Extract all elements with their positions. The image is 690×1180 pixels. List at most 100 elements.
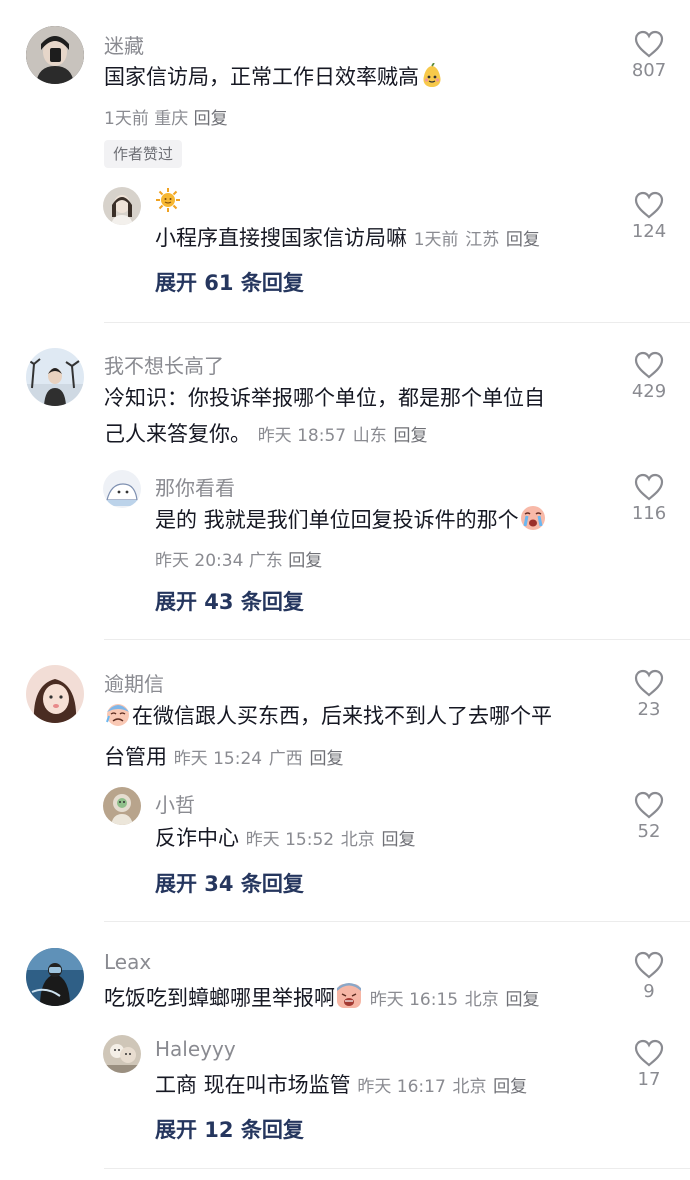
like-button[interactable]: 52 (624, 791, 674, 842)
anxious-face-emoji (104, 700, 132, 739)
divider (104, 639, 690, 640)
heart-outline-icon (634, 191, 664, 219)
reply-text-content: 是的 我就是我们单位回复投诉件的那个 (155, 508, 519, 532)
reply-button[interactable]: 回复 (505, 990, 539, 1010)
reply-location: 广东 (248, 551, 283, 571)
reply-button[interactable]: 回复 (393, 426, 427, 446)
reply-avatar[interactable] (103, 187, 141, 225)
reply-time: 昨天 15:52 (245, 830, 335, 850)
reply-username[interactable]: Haleyyy (155, 1037, 236, 1061)
like-count: 9 (643, 981, 655, 1002)
comment-text: 冷知识：你投诉举报哪个单位，都是那个单位自 己人来答复你。 昨天 18:57 山… (104, 380, 594, 454)
reply-time: 1天前 (413, 230, 459, 250)
like-button[interactable]: 124 (624, 191, 674, 242)
expand-replies-button[interactable]: 展开 43 条回复 (155, 586, 304, 616)
avatar[interactable] (26, 348, 84, 406)
comment-location: 北京 (464, 990, 499, 1010)
comment-text-line: 在微信跟人买东西，后来找不到人了去哪个平 (132, 704, 552, 728)
comment-text-line-wrap: 在微信跟人买东西，后来找不到人了去哪个平 (104, 698, 594, 739)
comment-text-line-wrap: 己人来答复你。 昨天 18:57 山东 回复 (104, 416, 594, 454)
comment-username[interactable]: 迷藏 (104, 30, 144, 59)
reply-avatar[interactable] (103, 1035, 141, 1073)
heart-outline-icon (634, 30, 664, 58)
reply-button[interactable]: 回复 (506, 230, 540, 250)
reply-text: 小程序直接搜国家信访局嘛 1天前 江苏 回复 (155, 220, 595, 258)
expand-replies-button[interactable]: 展开 12 条回复 (155, 1114, 304, 1144)
like-button[interactable]: 116 (624, 473, 674, 524)
like-count: 429 (631, 381, 667, 402)
reply-text-content: 反诈中心 (155, 826, 239, 850)
distressed-face-emoji (335, 982, 363, 1021)
divider (104, 921, 690, 922)
divider (104, 322, 690, 323)
reply-time: 昨天 16:17 (357, 1077, 446, 1097)
like-count: 116 (631, 503, 667, 524)
avatar[interactable] (26, 26, 84, 84)
sun-emoji (155, 187, 181, 218)
comment-thread: 迷藏 国家信访局，正常工作日效率贼高 1天前 重庆 回复 作者赞过 807 小程… (0, 0, 690, 322)
reply-text: 反诈中心 昨天 15:52 北京 回复 (155, 820, 595, 858)
comment-time: 昨天 18:57 (257, 426, 347, 446)
reply-username[interactable]: 小哲 (155, 789, 195, 818)
reply-text-line-wrap: 是的 我就是我们单位回复投诉件的那个 (155, 502, 595, 543)
reply-location: 江苏 (465, 230, 500, 250)
divider (104, 1168, 690, 1169)
comment-text: 国家信访局，正常工作日效率贼高 (104, 59, 594, 100)
heart-outline-icon (634, 1039, 664, 1067)
reply-avatar[interactable] (103, 787, 141, 825)
reply-text: 是的 我就是我们单位回复投诉件的那个 (155, 502, 595, 543)
reply-location: 北京 (452, 1077, 487, 1097)
heart-outline-icon (634, 473, 664, 501)
comment-text: 在微信跟人买东西，后来找不到人了去哪个平 台管用 昨天 15:24 广西 回复 (104, 698, 594, 777)
reply-time: 昨天 20:34 (155, 551, 244, 571)
reply-username[interactable]: 那你看看 (155, 472, 235, 501)
comment-username[interactable]: Leax (104, 950, 151, 974)
expand-replies-button[interactable]: 展开 61 条回复 (155, 267, 304, 297)
like-button[interactable]: 17 (624, 1039, 674, 1090)
comment-username[interactable]: 逾期信 (104, 668, 164, 697)
expand-replies-button[interactable]: 展开 34 条回复 (155, 868, 304, 898)
like-count: 17 (637, 1069, 661, 1090)
like-button[interactable]: 23 (624, 669, 674, 720)
comment-text-content: 国家信访局，正常工作日效率贼高 (104, 65, 419, 89)
reply-meta: 昨天 20:34 广东 回复 (155, 546, 322, 571)
reply-username[interactable] (155, 187, 181, 218)
reply-text-content: 小程序直接搜国家信访局嘛 (155, 226, 407, 250)
author-liked-badge: 作者赞过 (104, 140, 183, 168)
reply-button[interactable]: 回复 (194, 109, 228, 129)
heart-outline-icon (634, 791, 664, 819)
crying-face-emoji (519, 504, 547, 543)
comment-location: 重庆 (154, 109, 189, 129)
reply-avatar[interactable] (103, 470, 141, 508)
comment-username[interactable]: 我不想长高了 (104, 350, 224, 379)
comment-text-content: 吃饭吃到蟑螂哪里举报啊 (104, 986, 335, 1010)
reply-button[interactable]: 回复 (381, 830, 415, 850)
comment-text-line: 冷知识：你投诉举报哪个单位，都是那个单位自 (104, 386, 545, 410)
pear-face-emoji (419, 62, 445, 100)
like-count: 23 (637, 699, 661, 720)
comment-text: 吃饭吃到蟑螂哪里举报啊 昨天 16:15 北京 回复 (104, 980, 594, 1021)
like-count: 124 (631, 221, 667, 242)
comment-time: 昨天 15:24 (173, 749, 263, 769)
comment-time: 昨天 16:15 (369, 990, 459, 1010)
reply-button[interactable]: 回复 (288, 551, 322, 571)
comment-text-line: 台管用 (104, 745, 167, 769)
reply-location: 北京 (340, 830, 375, 850)
comment-location: 广西 (268, 749, 303, 769)
comment-text-line-wrap: 台管用 昨天 15:24 广西 回复 (104, 739, 594, 777)
avatar[interactable] (26, 948, 84, 1006)
like-button[interactable]: 9 (624, 951, 674, 1002)
like-button[interactable]: 429 (624, 351, 674, 402)
like-count: 52 (637, 821, 661, 842)
avatar[interactable] (26, 665, 84, 723)
reply-button[interactable]: 回复 (493, 1077, 527, 1097)
like-count: 807 (631, 60, 667, 81)
heart-outline-icon (634, 351, 664, 379)
comment-location: 山东 (352, 426, 387, 446)
comment-text-line: 己人来答复你。 (104, 422, 251, 446)
reply-button[interactable]: 回复 (309, 749, 343, 769)
heart-outline-icon (634, 669, 664, 697)
like-button[interactable]: 807 (624, 30, 674, 81)
comment-time: 1天前 (104, 109, 149, 129)
reply-text-content: 工商 现在叫市场监管 (155, 1073, 351, 1097)
